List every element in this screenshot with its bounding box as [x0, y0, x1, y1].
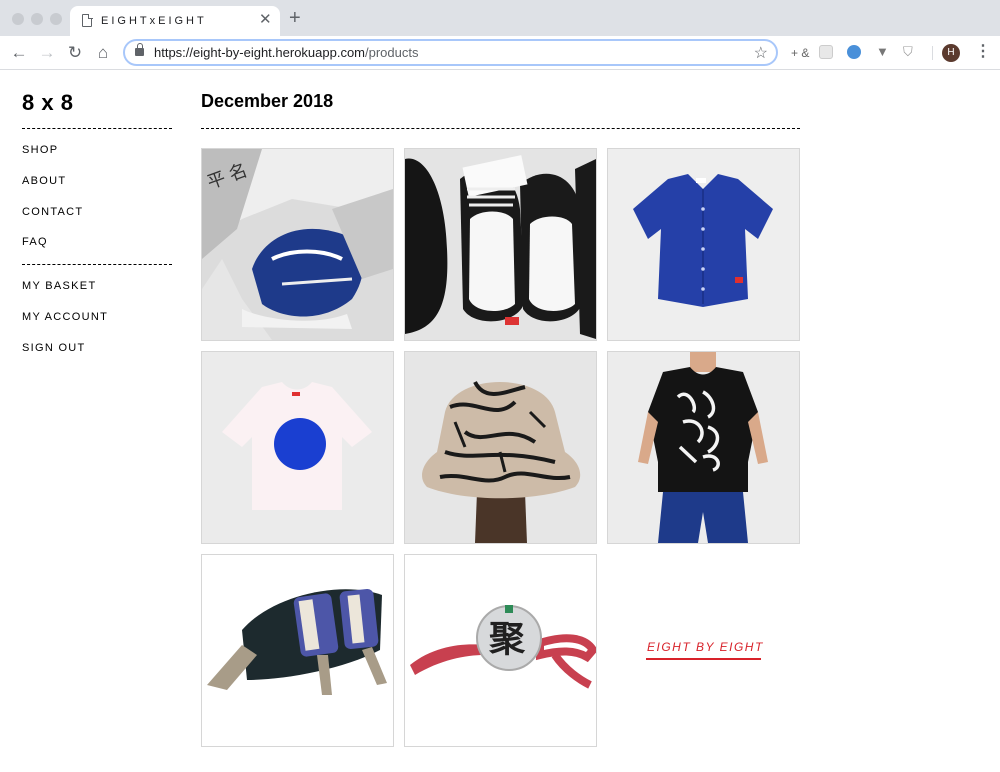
product-tile-8[interactable]: 聚 [404, 554, 597, 747]
extension-globe-icon[interactable] [847, 45, 861, 59]
browser-tab[interactable]: EIGHTxEIGHT ✕ [70, 6, 280, 36]
sneakers-pair-image [405, 149, 596, 340]
nav-faq[interactable]: FAQ [22, 236, 48, 248]
sneakers-in-bag-image: 平 名 [202, 149, 393, 340]
page-title: December 2018 [201, 91, 334, 111]
title-divider [201, 128, 800, 129]
menu-kebab-icon[interactable]: ⋮ [975, 42, 991, 62]
new-tab-icon[interactable]: + [289, 8, 301, 28]
profile-avatar[interactable]: H [942, 44, 960, 62]
home-icon[interactable]: ⌂ [93, 43, 113, 63]
extension-icon[interactable]: + & [791, 45, 809, 61]
extension-vue-icon[interactable]: ▼ [876, 44, 889, 60]
forward-icon[interactable]: → [37, 43, 57, 63]
reload-icon[interactable]: ↻ [65, 43, 85, 63]
nav-about[interactable]: ABOUT [22, 175, 66, 187]
nav-shop[interactable]: SHOP [22, 144, 58, 156]
site-logo[interactable]: 8 x 8 [22, 90, 73, 116]
product-tile-2[interactable] [404, 148, 597, 341]
bookmark-star-icon[interactable]: ☆ [754, 43, 768, 63]
lock-icon [135, 43, 144, 56]
hip-bag-image [202, 555, 393, 746]
nav-my-account[interactable]: MY ACCOUNT [22, 311, 108, 323]
window-minimize-dot[interactable] [31, 13, 43, 25]
round-pouch-image: 聚 [405, 555, 596, 746]
brand-underline [646, 658, 761, 660]
svg-text:聚: 聚 [488, 619, 526, 660]
window-close-dot[interactable] [12, 13, 24, 25]
document-icon [82, 13, 93, 27]
white-tee-blue-dot-image [202, 352, 393, 543]
nav-contact[interactable]: CONTACT [22, 206, 83, 218]
url-text: https://eight-by-eight.herokuapp.com/pro… [154, 45, 419, 60]
product-tile-7[interactable] [201, 554, 394, 747]
product-tile-4[interactable] [201, 351, 394, 544]
extension-shield-icon[interactable]: ⛉ [903, 44, 913, 60]
address-bar[interactable]: https://eight-by-eight.herokuapp.com/pro… [123, 39, 778, 66]
nav-sign-out[interactable]: SIGN OUT [22, 342, 86, 354]
product-tile-1[interactable]: 平 名 [201, 148, 394, 341]
close-tab-icon[interactable]: ✕ [259, 12, 272, 27]
sidebar-divider-middle [22, 264, 172, 265]
toolbar-divider [932, 46, 933, 60]
brand-card[interactable]: EIGHT BY EIGHT [607, 554, 800, 747]
sidebar-divider-top [22, 128, 172, 129]
product-tile-3[interactable] [607, 148, 800, 341]
brand-wordmark: EIGHT BY EIGHT [647, 640, 764, 654]
product-tile-5[interactable] [404, 351, 597, 544]
back-icon[interactable]: ← [9, 43, 29, 63]
nav-my-basket[interactable]: MY BASKET [22, 280, 96, 292]
product-tile-6[interactable] [607, 351, 800, 544]
extension-grid-icon[interactable] [819, 45, 833, 59]
tab-title: EIGHTxEIGHT [101, 15, 207, 27]
browser-tabbar: EIGHTxEIGHT ✕ + [0, 0, 1000, 36]
window-zoom-dot[interactable] [50, 13, 62, 25]
bucket-hat-image [405, 352, 596, 543]
black-graphic-tee-image [608, 352, 799, 543]
blue-shirt-image [608, 149, 799, 340]
